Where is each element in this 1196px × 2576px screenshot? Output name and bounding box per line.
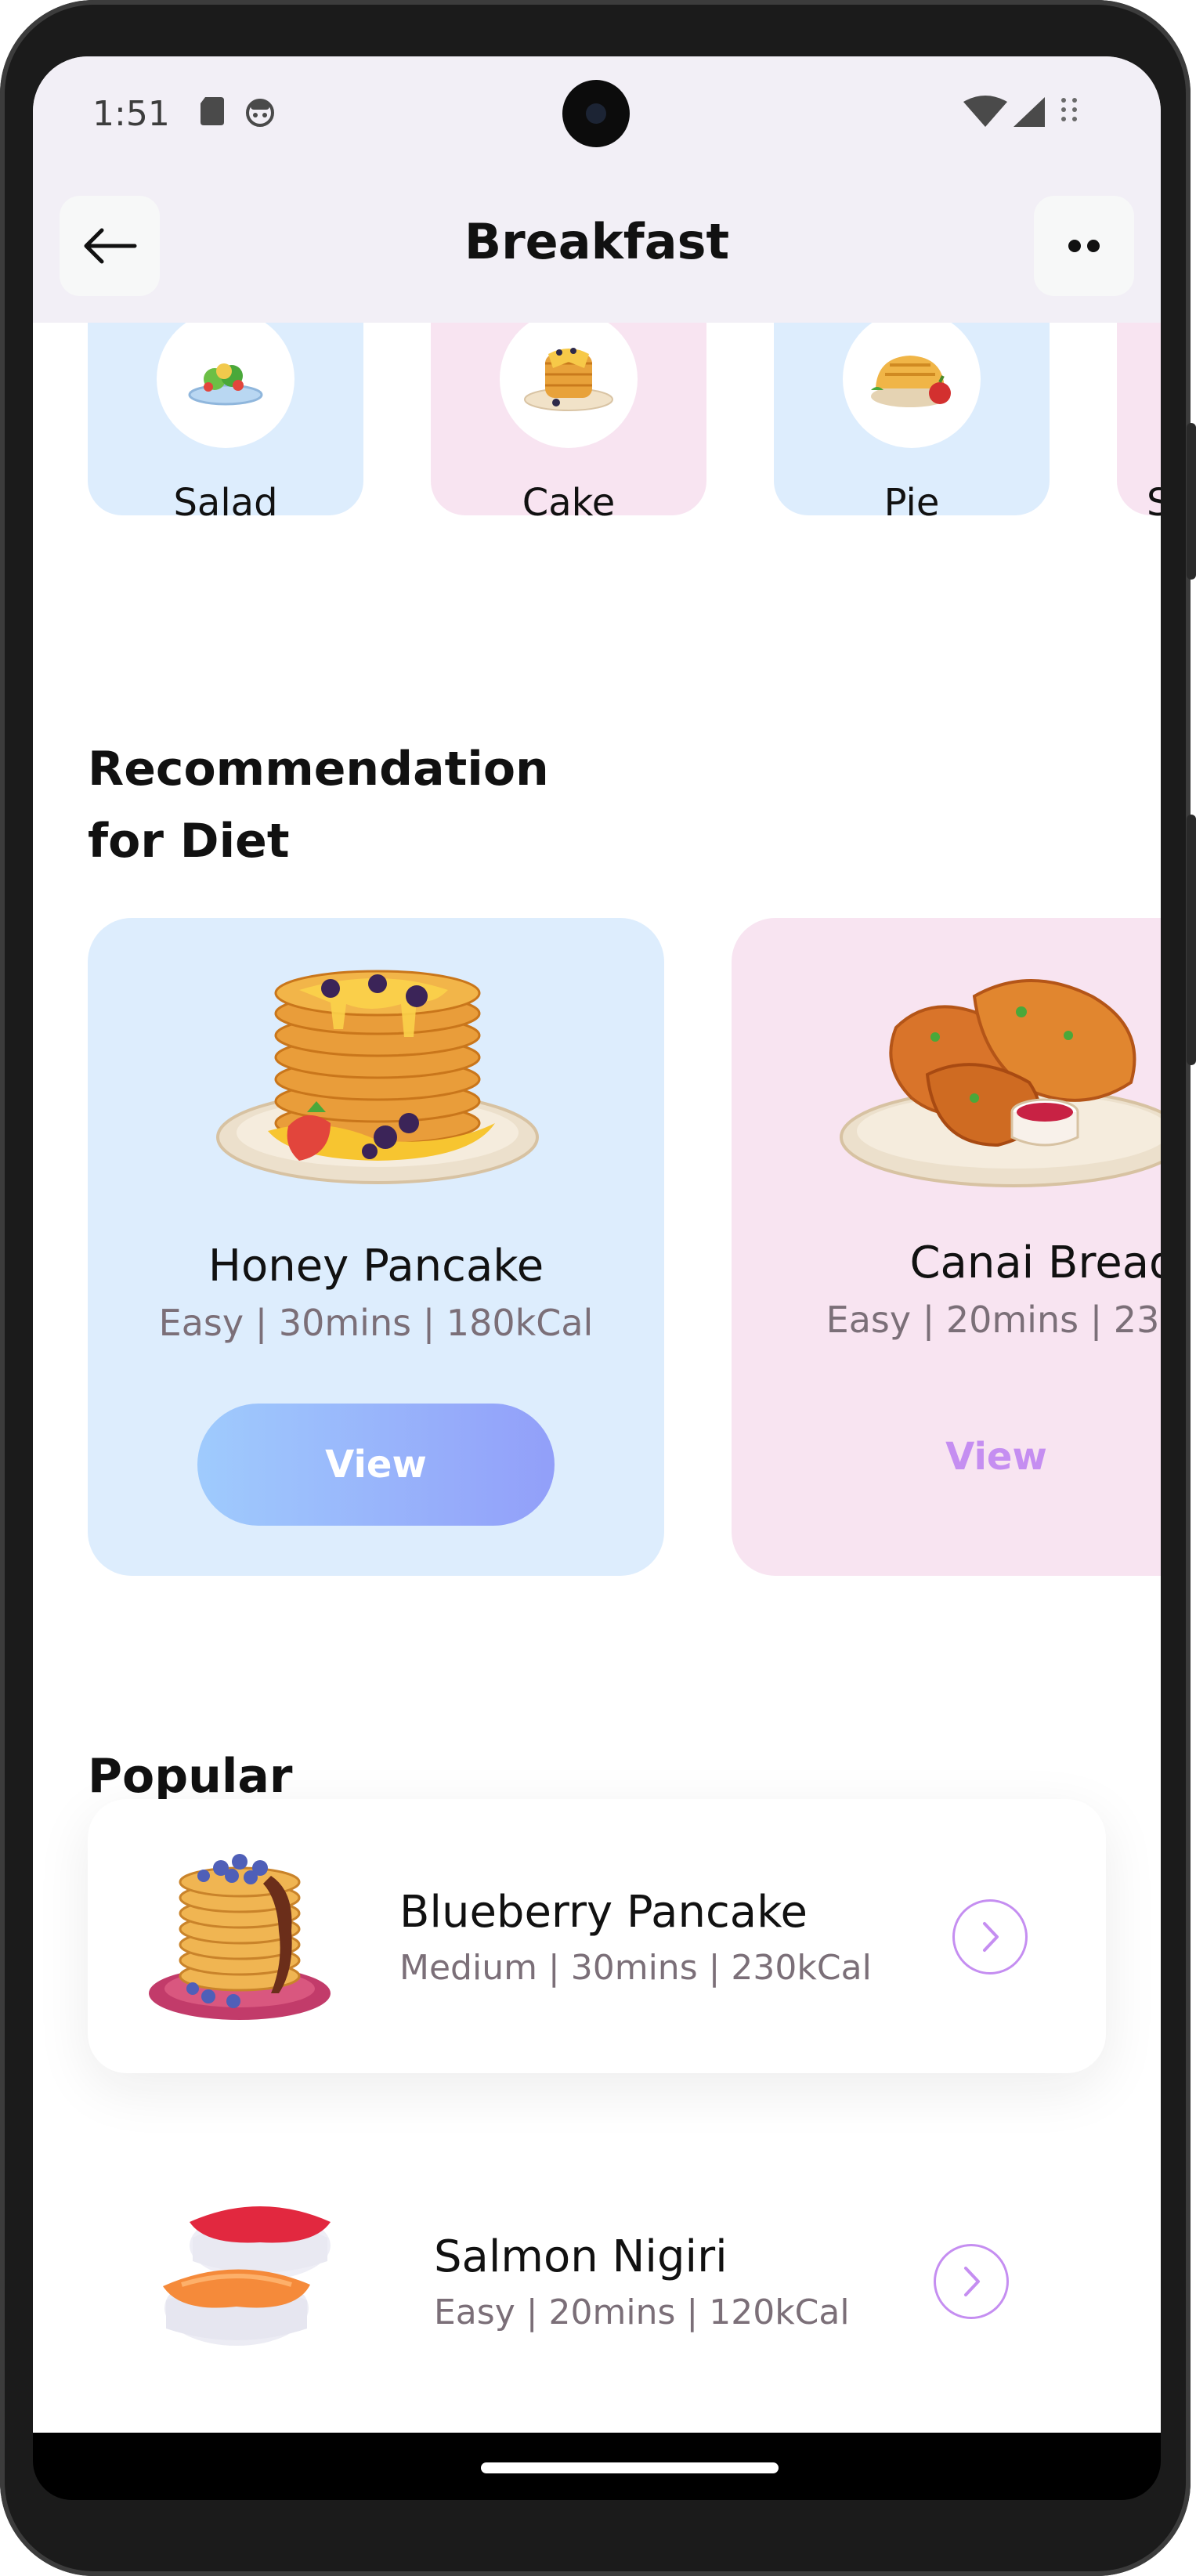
open-item-button[interactable] xyxy=(934,2244,1009,2319)
category-label: Cake xyxy=(522,481,616,525)
category-label: Pie xyxy=(883,481,940,525)
cell-signal-icon xyxy=(1014,97,1045,127)
page-title: Breakfast xyxy=(464,213,730,270)
recommendation-title-line1: Recommendation xyxy=(88,742,549,797)
canai-bread-image xyxy=(840,979,1161,1187)
salmon-nigiri-image xyxy=(163,2206,331,2346)
recommendation-card-honey-pancake[interactable]: Honey Pancake Easy | 30mins | 180kCal Vi… xyxy=(88,918,664,1576)
open-item-button[interactable] xyxy=(952,1899,1028,1974)
more-dots-icon xyxy=(1068,240,1100,252)
category-image xyxy=(157,310,294,448)
pie-icon xyxy=(871,356,951,407)
category-label: S xyxy=(1147,481,1161,525)
sd-card-icon xyxy=(201,97,224,125)
power-button xyxy=(1187,423,1196,580)
category-image xyxy=(843,310,981,448)
front-camera xyxy=(562,80,630,147)
navigation-bar xyxy=(33,2433,1161,2500)
chevron-right-icon xyxy=(983,1922,999,1952)
recipe-meta: Easy | 20mins | 230kCal xyxy=(826,1299,1161,1341)
view-button[interactable]: View xyxy=(197,1404,555,1526)
popular-item-name: Blueberry Pancake xyxy=(399,1887,808,1938)
category-image xyxy=(500,310,638,448)
home-gesture-handle[interactable] xyxy=(481,2462,779,2473)
app-screen: 1:51 Breakfast Salad Cake Pie S Recommen… xyxy=(33,56,1161,2433)
recipe-name: Canai Bread xyxy=(909,1237,1161,1288)
recommendation-card-canai-bread[interactable]: Canai Bread Easy | 20mins | 230kCal View xyxy=(732,918,1161,1576)
more-button[interactable] xyxy=(1034,196,1134,296)
volume-button xyxy=(1187,815,1196,1065)
recipe-meta: Easy | 30mins | 180kCal xyxy=(158,1302,594,1344)
honey-pancake-image xyxy=(216,970,539,1184)
cake-icon xyxy=(524,348,613,411)
recommendation-title-line2: for Diet xyxy=(88,814,290,869)
popular-item-name: Salmon Nigiri xyxy=(434,2231,728,2282)
salad-icon xyxy=(188,363,263,406)
popular-item-salmon-nigiri[interactable]: Salmon Nigiri Easy | 20mins | 120kCal xyxy=(88,2144,1106,2418)
app-header: 1:51 Breakfast xyxy=(33,56,1161,323)
wifi-icon xyxy=(963,96,1007,127)
recommendation-title: Recommendation for Diet xyxy=(88,733,549,877)
android-face-icon xyxy=(246,99,274,127)
popular-item-meta: Medium | 30mins | 230kCal xyxy=(399,1948,872,1988)
device-frame: 1:51 Breakfast Salad Cake Pie S Recommen… xyxy=(0,0,1196,2576)
blueberry-pancake-image xyxy=(149,1854,331,2020)
dots-grid-icon xyxy=(1061,98,1077,121)
view-button[interactable]: View xyxy=(708,1435,1161,1479)
chevron-right-icon xyxy=(964,2267,980,2296)
category-label: Salad xyxy=(173,481,278,525)
status-time: 1:51 xyxy=(92,94,170,134)
recipe-name: Honey Pancake xyxy=(208,1241,544,1292)
popular-item-meta: Easy | 20mins | 120kCal xyxy=(434,2292,850,2332)
popular-item-blueberry-pancake[interactable]: Blueberry Pancake Medium | 30mins | 230k… xyxy=(88,1799,1106,2073)
